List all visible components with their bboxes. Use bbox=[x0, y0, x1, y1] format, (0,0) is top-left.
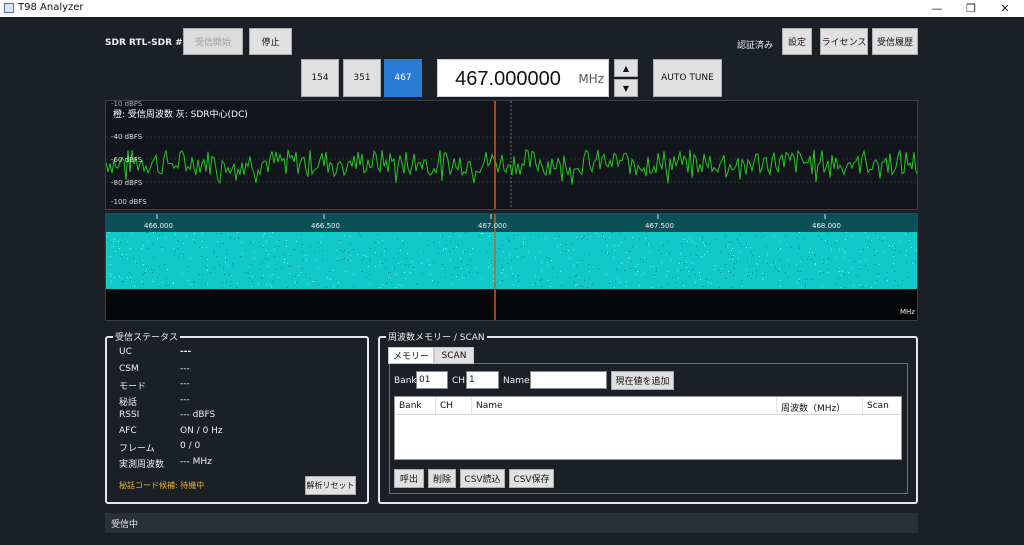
spectrum-legend: 橙: 受信周波数 灰: SDR中心(DC) bbox=[113, 110, 248, 120]
status-label-measured-freq: 実測周波数 bbox=[119, 460, 165, 470]
code-candidate-status: 秘話コード候補: 待機中 bbox=[119, 481, 205, 490]
band-351-button[interactable]: 351 bbox=[343, 59, 381, 97]
status-value-mode: --- bbox=[180, 379, 190, 389]
receive-status-title: 受信ステータス bbox=[113, 330, 181, 343]
status-label-scramble: 秘話 bbox=[119, 398, 138, 408]
memory-scan-title: 周波数メモリー / SCAN bbox=[386, 330, 487, 343]
memory-table[interactable]: Bank CH Name 周波数（MHz） Scan bbox=[394, 396, 902, 460]
auto-tune-button[interactable]: AUTO TUNE bbox=[653, 59, 722, 97]
maximize-button[interactable]: ❐ bbox=[954, 0, 988, 17]
tab-memory[interactable]: メモリー bbox=[388, 347, 434, 364]
db-label-3: -60 dBFS bbox=[111, 156, 143, 164]
tab-scan[interactable]: SCAN bbox=[434, 347, 474, 364]
status-value-measured-freq: --- MHz bbox=[180, 457, 212, 467]
column-frequency[interactable]: 周波数（MHz） bbox=[781, 401, 845, 414]
db-label-4: -80 dBFS bbox=[111, 179, 143, 187]
db-label-1: -10 dBFS bbox=[111, 100, 143, 108]
db-label-5: -100 dBFS bbox=[111, 198, 147, 206]
status-label-frame: フレーム bbox=[119, 444, 155, 454]
stop-button[interactable]: 停止 bbox=[249, 28, 292, 55]
spectrum-trace bbox=[106, 149, 917, 185]
status-value-scramble: --- bbox=[180, 395, 190, 405]
freq-tick-467000: 467.000 bbox=[478, 222, 507, 230]
freq-tick-466000: 466.000 bbox=[144, 222, 173, 230]
start-receive-button[interactable]: 受信開始 bbox=[183, 28, 243, 55]
frequency-up-button[interactable]: ▲ bbox=[614, 59, 638, 77]
history-button[interactable]: 受信履歴 bbox=[872, 28, 918, 55]
status-label-rssi: RSSI bbox=[119, 410, 140, 420]
freq-tick-467500: 467.500 bbox=[645, 222, 674, 230]
status-bar: 受信中 bbox=[105, 513, 918, 533]
name-label: Name bbox=[503, 376, 530, 386]
freq-tick-466500: 466.500 bbox=[311, 222, 340, 230]
device-label: SDR RTL-SDR #0 bbox=[105, 38, 189, 48]
frequency-down-button[interactable]: ▼ bbox=[614, 79, 638, 97]
app-icon bbox=[4, 3, 14, 13]
add-current-button[interactable]: 現在値を追加 bbox=[611, 371, 674, 390]
waterfall-display[interactable]: 466.000 466.500 467.000 467.500 468.000 … bbox=[105, 213, 918, 321]
status-bar-text: 受信中 bbox=[111, 520, 139, 530]
bank-input[interactable]: 01 bbox=[416, 371, 448, 389]
status-value-uc: --- bbox=[180, 347, 192, 357]
waterfall-unit: MHz bbox=[900, 308, 915, 316]
window-titlebar: T98 Analyzer — ❐ ✕ bbox=[0, 0, 1024, 17]
close-button[interactable]: ✕ bbox=[988, 0, 1022, 17]
name-input[interactable] bbox=[530, 371, 607, 389]
csv-save-button[interactable]: CSV保存 bbox=[509, 469, 554, 488]
status-value-afc: ON / 0 Hz bbox=[180, 426, 223, 436]
license-button[interactable]: ライセンス bbox=[820, 28, 868, 55]
auth-status: 認証済み bbox=[737, 41, 774, 51]
recall-button[interactable]: 呼出 bbox=[394, 469, 424, 488]
column-name[interactable]: Name bbox=[476, 401, 503, 411]
status-value-rssi: --- dBFS bbox=[180, 410, 216, 420]
freq-tick-468000: 468.000 bbox=[812, 222, 841, 230]
csv-load-button[interactable]: CSV読込 bbox=[460, 469, 505, 488]
band-154-button[interactable]: 154 bbox=[301, 59, 339, 97]
column-scan[interactable]: Scan bbox=[867, 401, 889, 411]
status-value-csm: --- bbox=[180, 364, 190, 374]
waterfall-speckle bbox=[106, 232, 917, 289]
status-label-csm: CSM bbox=[119, 364, 139, 374]
bank-label: Bank bbox=[394, 376, 417, 386]
status-label-uc: UC bbox=[119, 347, 132, 357]
window-title: T98 Analyzer bbox=[18, 2, 84, 13]
status-label-afc: AFC bbox=[119, 426, 137, 436]
band-467-button[interactable]: 467 bbox=[384, 59, 422, 97]
memory-table-header: Bank CH Name 周波数（MHz） Scan bbox=[395, 397, 901, 415]
ch-input[interactable]: 1 bbox=[466, 371, 499, 389]
column-ch[interactable]: CH bbox=[440, 401, 453, 411]
ch-label: CH bbox=[452, 376, 466, 386]
spectrum-display[interactable]: 橙: 受信周波数 灰: SDR中心(DC) -10 dBFS -40 dBFS … bbox=[105, 100, 918, 210]
frequency-input[interactable]: 467.000000 MHz bbox=[437, 59, 609, 97]
frequency-value: 467.000000 bbox=[455, 68, 561, 90]
status-value-frame: 0 / 0 bbox=[180, 441, 201, 451]
delete-button[interactable]: 削除 bbox=[428, 469, 456, 488]
minimize-button[interactable]: — bbox=[920, 0, 954, 17]
column-bank[interactable]: Bank bbox=[399, 401, 422, 411]
status-label-mode: モード bbox=[119, 382, 147, 392]
db-label-2: -40 dBFS bbox=[111, 133, 143, 141]
settings-button[interactable]: 設定 bbox=[782, 28, 812, 55]
frequency-unit: MHz bbox=[578, 72, 604, 86]
analysis-reset-button[interactable]: 解析リセット bbox=[305, 476, 356, 495]
